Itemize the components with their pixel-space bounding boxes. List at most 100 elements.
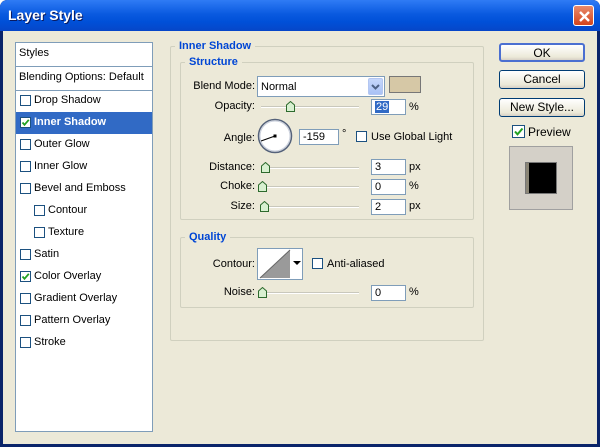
- slider-thumb-icon[interactable]: [286, 101, 295, 112]
- style-item-drop-shadow[interactable]: Drop Shadow: [16, 90, 152, 112]
- preview-label: Preview: [528, 125, 571, 139]
- inner-glow-checkbox[interactable]: [20, 161, 31, 172]
- bevel-emboss-checkbox[interactable]: [20, 183, 31, 194]
- size-value: 2: [375, 201, 382, 213]
- styles-header[interactable]: Styles: [16, 43, 152, 67]
- styles-list: Styles Blending Options: Default Drop Sh…: [15, 42, 153, 432]
- style-item-label: Color Overlay: [34, 270, 102, 282]
- blending-options-item[interactable]: Blending Options: Default: [16, 67, 152, 91]
- slider-thumb-icon[interactable]: [260, 201, 269, 212]
- checkmark-icon: [21, 273, 30, 281]
- style-item-gradient-overlay[interactable]: Gradient Overlay: [16, 288, 152, 310]
- style-item-contour[interactable]: Contour: [16, 200, 152, 222]
- opacity-unit: %: [409, 101, 419, 113]
- slider-thumb-icon[interactable]: [261, 162, 270, 173]
- new-style-button[interactable]: New Style...: [499, 98, 585, 117]
- size-unit: px: [409, 200, 421, 212]
- style-item-label: Bevel and Emboss: [34, 182, 126, 194]
- size-input[interactable]: 2: [371, 199, 406, 215]
- slider-thumb-icon[interactable]: [258, 181, 267, 192]
- noise-label: Noise:: [223, 286, 255, 298]
- preview-swatch: [525, 162, 557, 194]
- noise-value: 0: [375, 287, 382, 299]
- contour-picker[interactable]: [257, 248, 303, 280]
- checkmark-icon: [514, 127, 524, 136]
- cancel-button[interactable]: Cancel: [499, 70, 585, 89]
- style-item-texture[interactable]: Texture: [16, 222, 152, 244]
- size-label: Size:: [230, 200, 255, 212]
- style-item-label: Texture: [48, 226, 85, 238]
- opacity-input[interactable]: 29: [371, 99, 406, 115]
- quality-title: Quality: [189, 231, 227, 243]
- angle-unit: °: [342, 128, 347, 140]
- style-item-label: Outer Glow: [34, 138, 90, 150]
- style-item-stroke[interactable]: Stroke: [16, 332, 152, 354]
- style-item-satin[interactable]: Satin: [16, 244, 152, 266]
- style-item-bevel-emboss[interactable]: Bevel and Emboss: [16, 178, 152, 200]
- opacity-slider[interactable]: [261, 101, 359, 112]
- style-item-inner-shadow[interactable]: Inner Shadow: [16, 112, 152, 134]
- style-item-label: Drop Shadow: [34, 94, 101, 106]
- use-global-light-label: Use Global Light: [371, 131, 453, 143]
- opacity-label: Opacity:: [214, 100, 255, 112]
- choke-unit: %: [409, 180, 419, 192]
- blend-mode-label: Blend Mode:: [193, 80, 255, 92]
- style-item-label: Pattern Overlay: [34, 314, 111, 326]
- distance-slider[interactable]: [261, 162, 359, 173]
- outer-glow-checkbox[interactable]: [20, 139, 31, 150]
- distance-input[interactable]: 3: [371, 159, 406, 175]
- checkmark-icon: [21, 119, 30, 127]
- slider-thumb-icon[interactable]: [258, 287, 267, 298]
- blend-mode-select[interactable]: Normal: [257, 76, 385, 97]
- ok-button[interactable]: OK: [499, 43, 585, 62]
- size-slider[interactable]: [260, 201, 359, 212]
- stroke-checkbox[interactable]: [20, 337, 31, 348]
- inner-shadow-checkbox[interactable]: [20, 117, 31, 128]
- choke-slider[interactable]: [258, 181, 359, 192]
- distance-unit: px: [409, 161, 421, 173]
- angle-input[interactable]: -159: [299, 129, 339, 145]
- style-item-label: Inner Shadow: [34, 116, 107, 128]
- satin-checkbox[interactable]: [20, 249, 31, 260]
- gradient-overlay-checkbox[interactable]: [20, 293, 31, 304]
- distance-label: Distance:: [209, 161, 255, 173]
- noise-slider[interactable]: [258, 287, 359, 298]
- structure-title: Structure: [189, 56, 238, 68]
- texture-checkbox[interactable]: [34, 227, 45, 238]
- style-item-label: Contour: [48, 204, 88, 216]
- style-item-outer-glow[interactable]: Outer Glow: [16, 134, 152, 156]
- pattern-overlay-checkbox[interactable]: [20, 315, 31, 326]
- choke-label: Choke:: [220, 180, 255, 192]
- use-global-light-checkbox[interactable]: [356, 131, 367, 142]
- contour-curve-icon: [259, 249, 291, 279]
- preview-checkbox[interactable]: [512, 125, 525, 138]
- close-button[interactable]: [573, 5, 594, 26]
- title-bar[interactable]: Layer Style: [0, 0, 600, 31]
- contour-label: Contour:: [212, 258, 255, 270]
- angle-label: Angle:: [223, 132, 255, 144]
- drop-shadow-checkbox[interactable]: [20, 95, 31, 106]
- choke-input[interactable]: 0: [371, 179, 406, 195]
- style-item-label: Gradient Overlay: [34, 292, 118, 304]
- anti-aliased-label: Anti-aliased: [327, 258, 385, 270]
- chevron-down-icon[interactable]: [368, 78, 383, 95]
- angle-value: -159: [303, 131, 326, 143]
- anti-aliased-checkbox[interactable]: [312, 258, 323, 269]
- dropdown-arrow-icon[interactable]: [293, 261, 301, 267]
- style-item-label: Satin: [34, 248, 60, 260]
- inner-shadow-title: Inner Shadow: [179, 40, 252, 52]
- style-item-inner-glow[interactable]: Inner Glow: [16, 156, 152, 178]
- shadow-color-swatch[interactable]: [389, 76, 421, 93]
- blend-mode-value: Normal: [261, 81, 297, 93]
- style-item-label: Stroke: [34, 336, 66, 348]
- color-overlay-checkbox[interactable]: [20, 271, 31, 282]
- style-item-pattern-overlay[interactable]: Pattern Overlay: [16, 310, 152, 332]
- close-icon: [579, 11, 590, 22]
- noise-input[interactable]: 0: [371, 285, 406, 301]
- angle-dial-icon[interactable]: [257, 118, 293, 154]
- distance-value: 3: [375, 161, 382, 173]
- choke-value: 0: [375, 181, 382, 193]
- contour-checkbox[interactable]: [34, 205, 45, 216]
- dialog-body: Styles Blending Options: Default Drop Sh…: [3, 31, 597, 444]
- style-item-color-overlay[interactable]: Color Overlay: [16, 266, 152, 288]
